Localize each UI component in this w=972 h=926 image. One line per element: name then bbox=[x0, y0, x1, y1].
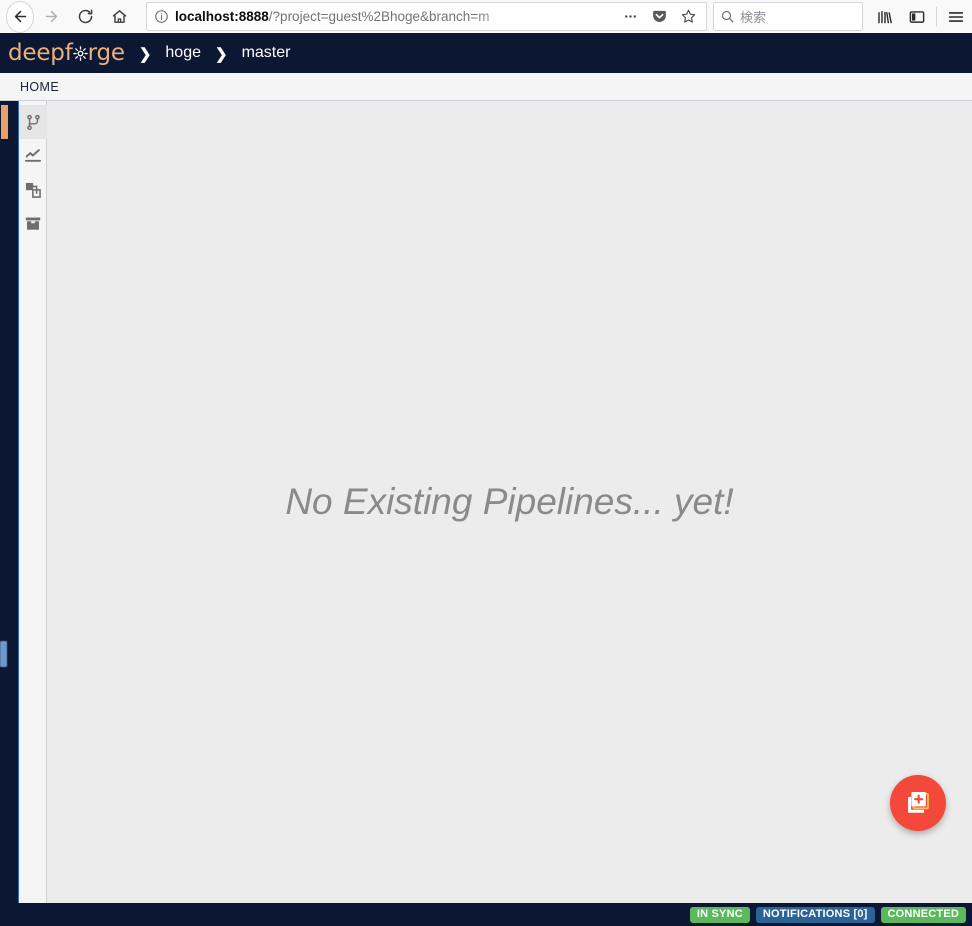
info-circle-icon bbox=[154, 10, 168, 23]
arrow-right-icon bbox=[45, 10, 57, 23]
gear-icon bbox=[72, 46, 88, 61]
pipeline-canvas[interactable]: No Existing Pipelines... yet! bbox=[47, 101, 972, 903]
status-badge-connection[interactable]: CONNECTED bbox=[880, 906, 966, 923]
forward-button[interactable] bbox=[34, 0, 68, 33]
archive-box-icon bbox=[25, 217, 41, 230]
rail-position-marker bbox=[0, 641, 7, 667]
deepforge-logo[interactable]: deepf rge bbox=[8, 40, 125, 66]
app-tabstrip: HOME bbox=[0, 73, 972, 101]
logo-suffix: rge bbox=[87, 40, 125, 66]
sidebar-icon-rail bbox=[1, 101, 47, 903]
url-text[interactable]: localhost:8888/?project=guest%2Bhoge&bra… bbox=[175, 9, 617, 24]
pocket-button[interactable] bbox=[646, 4, 673, 29]
search-input[interactable]: 検索 bbox=[740, 7, 766, 26]
app-menu-button[interactable] bbox=[940, 0, 972, 33]
add-document-icon bbox=[908, 791, 929, 813]
status-badge-notifications[interactable]: NOTIFICATIONS [0] bbox=[755, 906, 875, 923]
sidebar-icon bbox=[909, 10, 925, 23]
pocket-icon bbox=[653, 10, 666, 23]
git-branch-icon bbox=[26, 114, 40, 130]
arrow-left-icon bbox=[14, 10, 26, 23]
logo-prefix: deepf bbox=[8, 40, 73, 66]
sidebar-toggle-button[interactable] bbox=[901, 0, 933, 33]
site-identity-button[interactable] bbox=[147, 9, 175, 24]
search-icon bbox=[714, 9, 740, 24]
app-body: No Existing Pipelines... yet! bbox=[0, 101, 972, 903]
sidebar-item-artifacts[interactable] bbox=[19, 173, 47, 207]
browser-search-bar[interactable]: 検索 bbox=[713, 2, 863, 31]
url-path: /?project=guest%2Bhoge&branch=m bbox=[268, 9, 490, 24]
line-chart-icon bbox=[24, 149, 42, 162]
urlbar-actions bbox=[617, 4, 706, 29]
empty-state-message: No Existing Pipelines... yet! bbox=[285, 481, 734, 522]
status-badge-sync[interactable]: IN SYNC bbox=[689, 906, 750, 923]
url-host: localhost:8888 bbox=[175, 9, 269, 24]
sidebar-item-pipelines[interactable] bbox=[1, 105, 47, 139]
home-icon bbox=[112, 10, 126, 23]
breadcrumb-separator-1: ❯ bbox=[138, 46, 152, 63]
library-button[interactable] bbox=[869, 0, 901, 33]
breadcrumb-project[interactable]: hoge bbox=[165, 44, 201, 62]
reload-button[interactable] bbox=[68, 0, 102, 33]
back-button[interactable] bbox=[0, 0, 34, 33]
create-pipeline-button[interactable] bbox=[890, 775, 946, 831]
library-icon bbox=[878, 10, 892, 23]
star-icon bbox=[681, 9, 696, 23]
sidebar-item-executions[interactable] bbox=[19, 139, 47, 173]
breadcrumb-branch[interactable]: master bbox=[242, 44, 291, 62]
tab-home[interactable]: HOME bbox=[20, 80, 59, 94]
back-button-circle[interactable] bbox=[6, 0, 34, 33]
hamburger-menu-icon bbox=[948, 11, 964, 22]
left-accent-rail bbox=[0, 101, 19, 903]
home-button[interactable] bbox=[102, 0, 136, 33]
browser-toolbar: localhost:8888/?project=guest%2Bhoge&bra… bbox=[0, 0, 972, 33]
url-bar[interactable]: localhost:8888/?project=guest%2Bhoge&bra… bbox=[146, 2, 707, 31]
breadcrumb-separator-2: ❯ bbox=[214, 46, 228, 63]
toolbar-right-group bbox=[869, 0, 972, 33]
layers-icon bbox=[25, 182, 41, 198]
ellipsis-icon bbox=[625, 15, 636, 18]
page-actions-button[interactable] bbox=[617, 4, 644, 29]
toolbar-divider bbox=[936, 6, 937, 27]
app-statusbar: IN SYNC NOTIFICATIONS [0] CONNECTED bbox=[0, 903, 972, 926]
reload-icon bbox=[78, 9, 92, 24]
sidebar-item-archive[interactable] bbox=[19, 207, 47, 241]
app-header: deepf rge ❯ hoge ❯ master bbox=[0, 33, 972, 73]
bookmark-button[interactable] bbox=[675, 4, 702, 29]
